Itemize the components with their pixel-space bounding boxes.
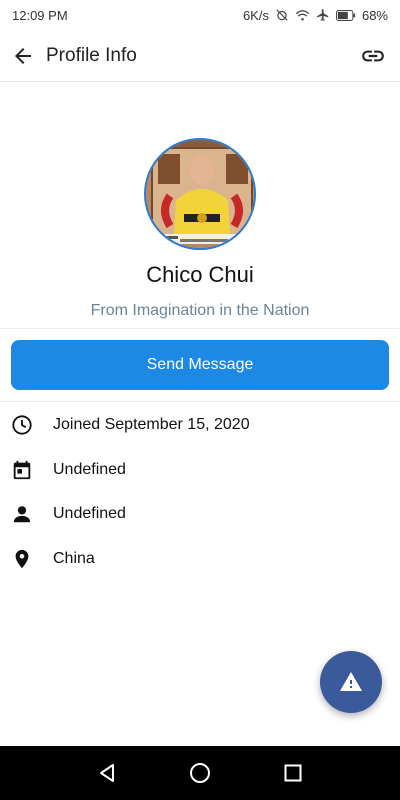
report-fab-button[interactable] [320,651,382,713]
divider [0,328,400,329]
avatar[interactable] [144,138,256,250]
clock-icon [11,414,33,436]
info-row-joined: Joined September 15, 2020 [0,403,400,448]
profile-name: Chico Chui [146,262,254,287]
back-triangle-icon [99,764,114,782]
info-row-location: China [0,537,400,582]
link-icon [362,50,384,61]
profile-bio: From Imagination in the Nation [90,302,310,319]
person-icon [11,503,33,525]
location-pin-icon [11,548,33,570]
battery-level: 68% [361,7,388,23]
send-message-button[interactable]: Send Message [11,340,389,390]
arrow-left-icon [15,47,31,64]
birthday-text: Undefined [53,460,126,478]
alarm-off-icon [275,8,289,22]
wifi-icon [295,9,310,22]
page-title: Profile Info [46,44,137,66]
status-time: 12:09 PM [12,7,68,23]
copy-link-button[interactable] [358,41,388,71]
joined-date-text: Joined September 15, 2020 [53,416,250,434]
nav-back-button[interactable] [87,753,127,793]
calendar-icon [11,459,33,481]
profile-header: Chico Chui From Imagination in the Natio… [0,138,400,320]
back-button[interactable] [8,41,38,71]
avatar-image [146,140,254,248]
warning-icon [340,672,362,691]
battery-icon [335,9,356,21]
gender-text: Undefined [53,505,126,523]
recents-square-icon [284,764,302,782]
nav-home-button[interactable] [180,753,220,793]
home-circle-icon [189,763,210,783]
nav-recents-button[interactable] [273,753,313,793]
airplane-icon [316,8,330,22]
info-row-gender: Undefined [0,492,400,537]
info-row-birthday: Undefined [0,448,400,493]
system-nav-bar [0,746,400,800]
network-speed: 6K/s [242,7,269,23]
status-indicators: 6K/s 68% [243,8,388,23]
location-text: China [53,549,95,567]
status-bar: 12:09 PM 6K/s 68% [0,0,400,30]
divider [0,401,400,402]
profile-info-list: Joined September 15, 2020 Undefined Unde… [0,403,400,581]
app-bar: Profile Info [0,30,400,82]
